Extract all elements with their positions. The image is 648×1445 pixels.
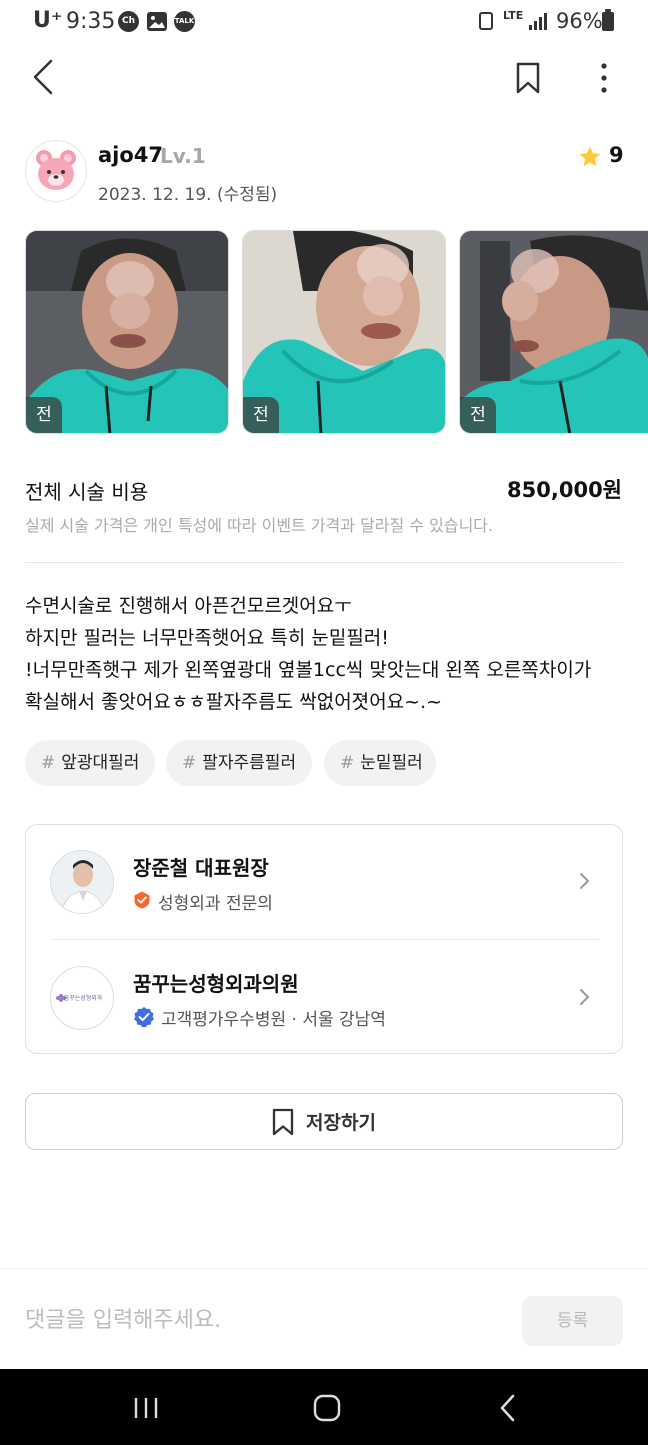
home-button[interactable]	[313, 1394, 341, 1422]
back-button[interactable]	[26, 56, 66, 100]
home-icon	[313, 1394, 341, 1422]
hash-icon: #	[340, 753, 355, 773]
back-arrow-icon	[500, 1394, 515, 1422]
hospital-name: 꿈꾸는성형외과의원	[133, 972, 299, 996]
review-photo-2[interactable]: 전	[242, 230, 446, 434]
verified-badge-icon	[133, 1006, 155, 1028]
doctor-photo	[51, 851, 113, 913]
battery-percent: 96%	[556, 9, 603, 33]
tag-label: 팔자주름필러	[202, 753, 297, 773]
user-avatar[interactable]	[25, 140, 87, 202]
carrier-label: U⁺	[33, 8, 63, 33]
doctor-specialty: 성형외과 전문의	[158, 894, 273, 914]
username[interactable]: ajo47	[98, 143, 163, 167]
network-type: LTE	[503, 9, 524, 22]
doctor-name: 장준철 대표원장	[133, 856, 269, 880]
tag-chip[interactable]: # 눈밑필러	[324, 740, 436, 786]
chevron-left-icon	[33, 59, 53, 95]
before-tag: 전	[460, 397, 496, 433]
review-line: 확실해서 좋앗어요ㅎㅎ팔자주름도 싹없어졋어요~.~	[25, 691, 443, 713]
before-tag: 전	[243, 397, 279, 433]
star-icon	[578, 145, 602, 169]
rating-value: 9	[609, 143, 624, 167]
gallery-notification-icon	[147, 12, 167, 31]
review-line: !너무만족햇구 제가 왼쪽옆광대 옆볼1cc씩 맞앗는대 왼쪽 오른쪽차이가	[25, 659, 592, 681]
more-options-button[interactable]	[588, 58, 620, 98]
doctor-avatar	[50, 850, 114, 914]
chevron-right-icon	[576, 986, 594, 1008]
signal-icon	[529, 13, 547, 30]
system-back-button[interactable]	[498, 1393, 518, 1423]
review-line: 하지만 필러는 너무만족햇어요 특히 눈밑필러!	[25, 627, 389, 649]
clock: 9:35	[66, 9, 116, 34]
recent-apps-button[interactable]	[133, 1396, 159, 1420]
review-photo-1[interactable]: 전	[25, 230, 229, 434]
hospital-row[interactable]	[26, 940, 622, 1053]
data-saver-icon	[479, 12, 493, 30]
battery-icon	[602, 9, 614, 31]
hospital-logo-text: 꿈꾸는성형외과	[63, 995, 103, 1002]
recent-apps-icon	[134, 1398, 158, 1418]
bookmark-icon	[271, 1107, 295, 1137]
bear-avatar-icon	[36, 150, 76, 190]
price-note: 실제 시술 가격은 개인 특성에 따라 이벤트 가격과 달라질 수 있습니다.	[25, 516, 494, 535]
chevron-right-icon	[576, 870, 594, 892]
channel-notification-icon: Ch	[118, 11, 139, 32]
post-date: 2023. 12. 19. (수정됨)	[98, 185, 278, 205]
review-line: 수면시술로 진행해서 아픈건모르겟어요ㅜ	[25, 595, 352, 617]
doctor-row[interactable]	[26, 825, 622, 938]
hash-icon: #	[182, 753, 197, 773]
bookmark-icon	[516, 62, 540, 94]
comment-bar-divider	[0, 1268, 648, 1269]
specialist-badge-icon	[133, 891, 151, 909]
divider	[25, 562, 623, 563]
hospital-logo: 꿈꾸는성형외과	[50, 966, 114, 1030]
tag-chip[interactable]: # 팔자주름필러	[166, 740, 312, 786]
hash-icon: #	[41, 753, 56, 773]
more-vertical-icon	[601, 63, 607, 93]
kakaotalk-notification-icon: TALK	[174, 11, 195, 32]
user-level: Lv.1	[160, 144, 206, 168]
price-label: 전체 시술 비용	[25, 480, 149, 504]
bookmark-button[interactable]	[510, 58, 546, 98]
tag-chip[interactable]: # 앞광대필러	[25, 740, 155, 786]
status-bar: U⁺ 9:35 Ch TALK LTE 96%	[0, 0, 648, 44]
review-photo-3[interactable]: 전	[459, 230, 648, 434]
before-tag: 전	[26, 397, 62, 433]
submit-comment-button[interactable]: 등록	[522, 1296, 623, 1346]
save-button-label: 저장하기	[306, 1112, 376, 1134]
tag-label: 앞광대필러	[61, 753, 140, 773]
tag-label: 눈밑필러	[360, 753, 423, 773]
price-value: 850,000원	[507, 478, 622, 502]
hospital-info: 고객평가우수병원 · 서울 강남역	[161, 1010, 386, 1030]
comment-input[interactable]	[25, 1300, 505, 1340]
review-body: 수면시술로 진행해서 아픈건모르겟어요ㅜ 하지만 필러는 너무만족햇어요 특히 …	[25, 590, 625, 718]
